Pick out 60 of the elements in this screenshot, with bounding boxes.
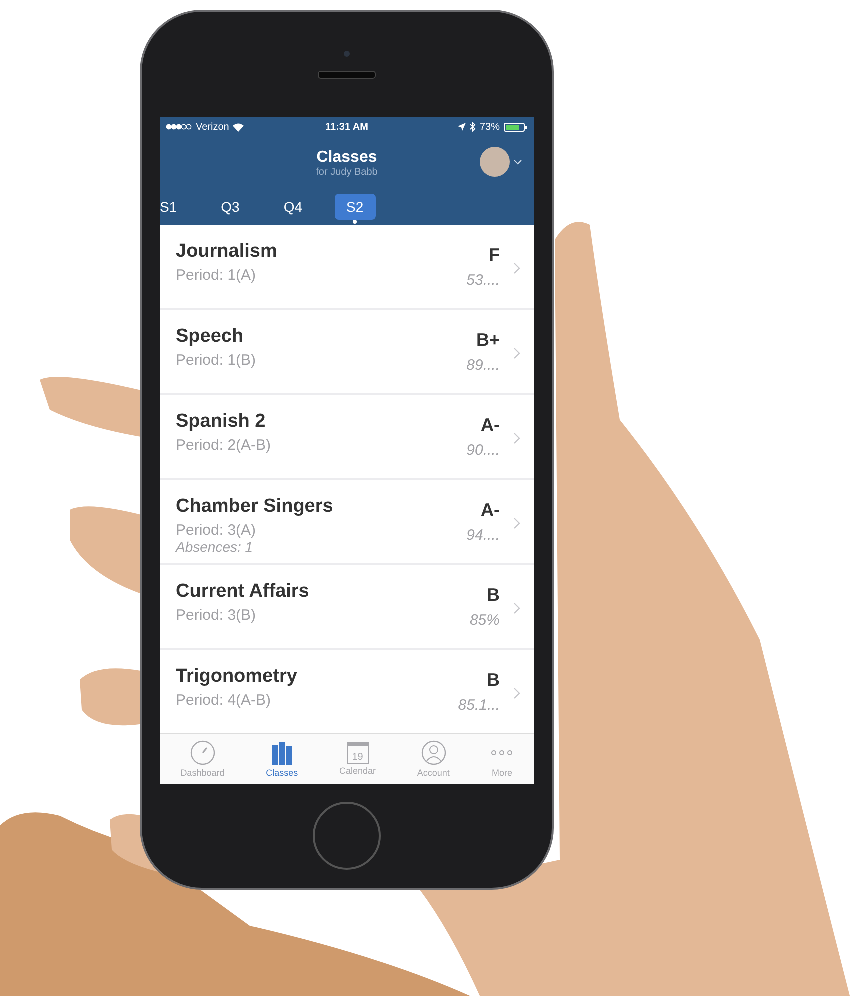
grade-percent: 94.... [466,527,500,544]
grade-percent: 90.... [466,442,500,459]
wifi-icon [233,122,244,132]
class-row[interactable]: Chamber Singers Period: 3(A) Absences: 1 A- 94.... [160,480,534,565]
calendar-icon: 19 [346,742,369,764]
class-period: Period: 3(B) [176,607,258,624]
term-tab[interactable]: S1 [160,194,190,220]
avatar[interactable] [480,147,510,177]
chevron-right-icon [514,518,520,529]
chevron-right-icon [514,263,520,274]
letter-grade: B [487,670,500,691]
letter-grade: A- [481,500,500,521]
chevron-right-icon [514,348,520,359]
battery-percent: 73% [480,122,500,132]
speaker-grille [318,70,376,78]
class-row[interactable]: Current Affairs Period: 3(B) B 85% [160,565,534,650]
chevron-right-icon [514,433,520,444]
more-dots-icon [491,750,514,756]
gauge-icon [190,740,216,766]
screen-subtitle: for Judy Babb [316,166,378,178]
chevron-right-icon [514,688,520,699]
grade-percent: 85% [470,612,500,629]
class-row[interactable]: Spanish 2 Period: 2(A-B) A- 90.... [160,395,534,480]
chevron-down-icon[interactable] [514,160,522,164]
class-name: Journalism [176,241,278,263]
grade-percent: 53.... [466,272,500,289]
letter-grade: A- [481,415,500,436]
signal-icon [166,124,192,130]
carrier-name: Verizon [196,122,230,132]
camera-icon [344,50,350,56]
class-name: Speech [176,326,245,348]
person-icon [420,740,447,766]
chevron-right-icon [514,603,520,614]
grade-percent: 89.... [466,357,500,374]
letter-grade: B [487,585,500,606]
home-button[interactable] [313,802,381,870]
class-name: Chamber Singers [176,496,334,518]
term-tab[interactable]: Q4 [272,194,314,220]
bluetooth-icon [470,122,476,132]
letter-grade: F [489,245,500,266]
absences-count: Absences: 1 [176,539,254,555]
tab-bar-item[interactable]: Classes [264,738,300,780]
battery-icon [504,122,528,132]
class-period: Period: 1(A) [176,267,258,284]
letter-grade: B+ [476,330,500,351]
class-period: Period: 2(A-B) [176,437,272,454]
class-row[interactable]: Journalism Period: 1(A) F 53.... [160,225,534,310]
class-name: Spanish 2 [176,411,267,433]
class-period: Period: 3(A) [176,522,258,539]
location-arrow-icon [458,123,466,131]
books-icon [271,740,294,766]
clock-time: 11:31 AM [326,122,368,132]
class-name: Current Affairs [176,581,310,603]
class-row[interactable]: Speech Period: 1(B) B+ 89.... [160,310,534,395]
class-period: Period: 1(B) [176,352,258,369]
class-period: Period: 4(A-B) [176,692,272,709]
class-name: Trigonometry [176,666,298,688]
grade-percent: 85.1... [458,697,500,714]
term-tab[interactable]: Q3 [209,194,252,220]
screen-title: Classes [316,148,378,166]
